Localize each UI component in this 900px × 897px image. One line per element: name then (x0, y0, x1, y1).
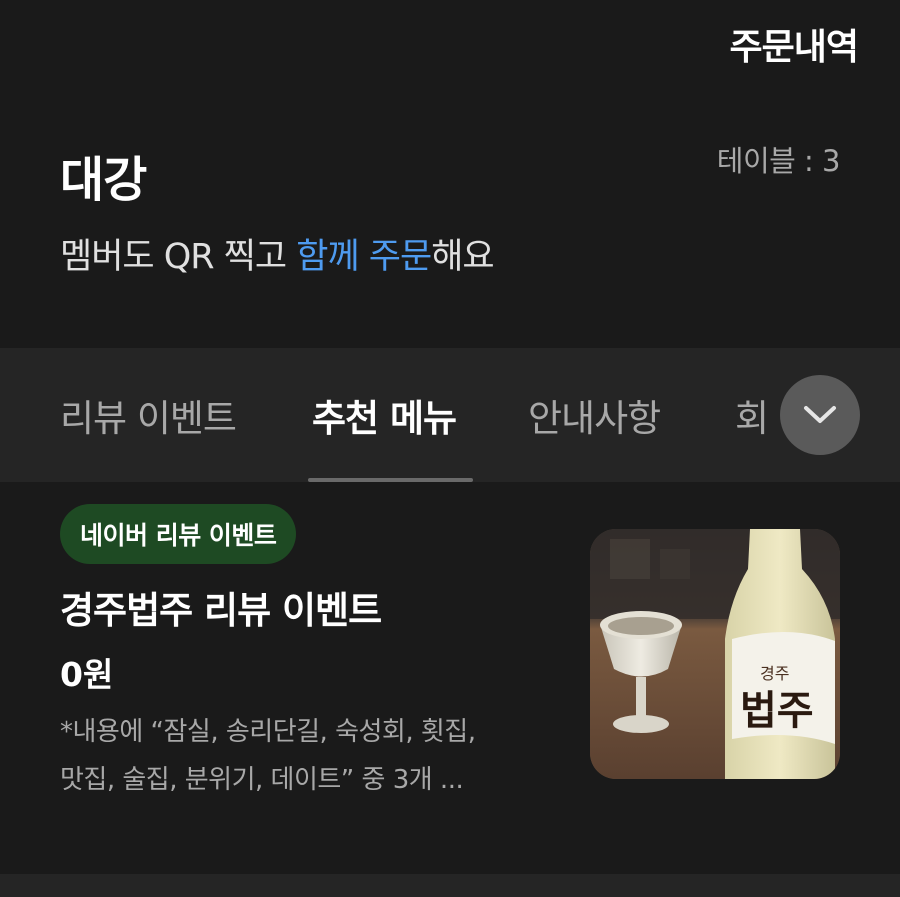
tab-recommended-menu[interactable]: 추천 메뉴 (312, 388, 457, 442)
tab-review-event[interactable]: 리뷰 이벤트 (60, 388, 237, 442)
menu-item-card[interactable]: 네이버 리뷰 이벤트 경주법주 리뷰 이벤트 0원 *내용에 “잠실, 송리단길… (0, 482, 900, 874)
subtitle-prefix: 멤버도 QR 찍고 (60, 237, 297, 277)
tab-hoe-clipped[interactable]: 회 (735, 388, 771, 438)
expand-tabs-button[interactable] (780, 375, 860, 455)
section-divider (0, 874, 900, 897)
subtitle-suffix: 해요 (431, 237, 494, 277)
bottle-label-top: 경주 (760, 664, 789, 683)
tab-hoe[interactable]: 회 (735, 388, 769, 438)
description-line-1: *내용에 “잠실, 송리단길, 숙성회, 횟집, (60, 717, 476, 747)
menu-item-title: 경주법주 리뷰 이벤트 (60, 589, 382, 632)
page: 주문내역 대강 테이블 : 3 멤버도 QR 찍고 함께 주문해요 리뷰 이벤트… (0, 0, 900, 897)
event-badge: 네이버 리뷰 이벤트 (60, 504, 297, 564)
description-line-2: 맛집, 술집, 분위기, 데이트” 중 3개 ... (60, 765, 464, 795)
subtitle-highlight: 함께 주문 (296, 237, 432, 277)
category-tab-bar: 리뷰 이벤트 추천 메뉴 안내사항 회 (0, 348, 900, 482)
menu-item-price: 0원 (60, 655, 114, 694)
menu-item-image[interactable]: 경주 법주 (590, 529, 840, 779)
top-bar: 주문내역 (0, 0, 900, 100)
subtitle: 멤버도 QR 찍고 함께 주문해요 (60, 228, 495, 279)
tab-notice[interactable]: 안내사항 (528, 388, 661, 442)
product-photo-illustration: 경주 법주 (590, 529, 840, 779)
table-number: 테이블 : 3 (716, 144, 841, 178)
chevron-down-icon (804, 406, 836, 423)
store-name: 대강 (60, 152, 147, 208)
order-history-button[interactable]: 주문내역 (730, 18, 859, 70)
bottle-label-main: 법주 (740, 687, 814, 734)
menu-item-description: *내용에 “잠실, 송리단길, 숙성회, 횟집, 맛집, 술집, 분위기, 데이… (60, 708, 580, 804)
